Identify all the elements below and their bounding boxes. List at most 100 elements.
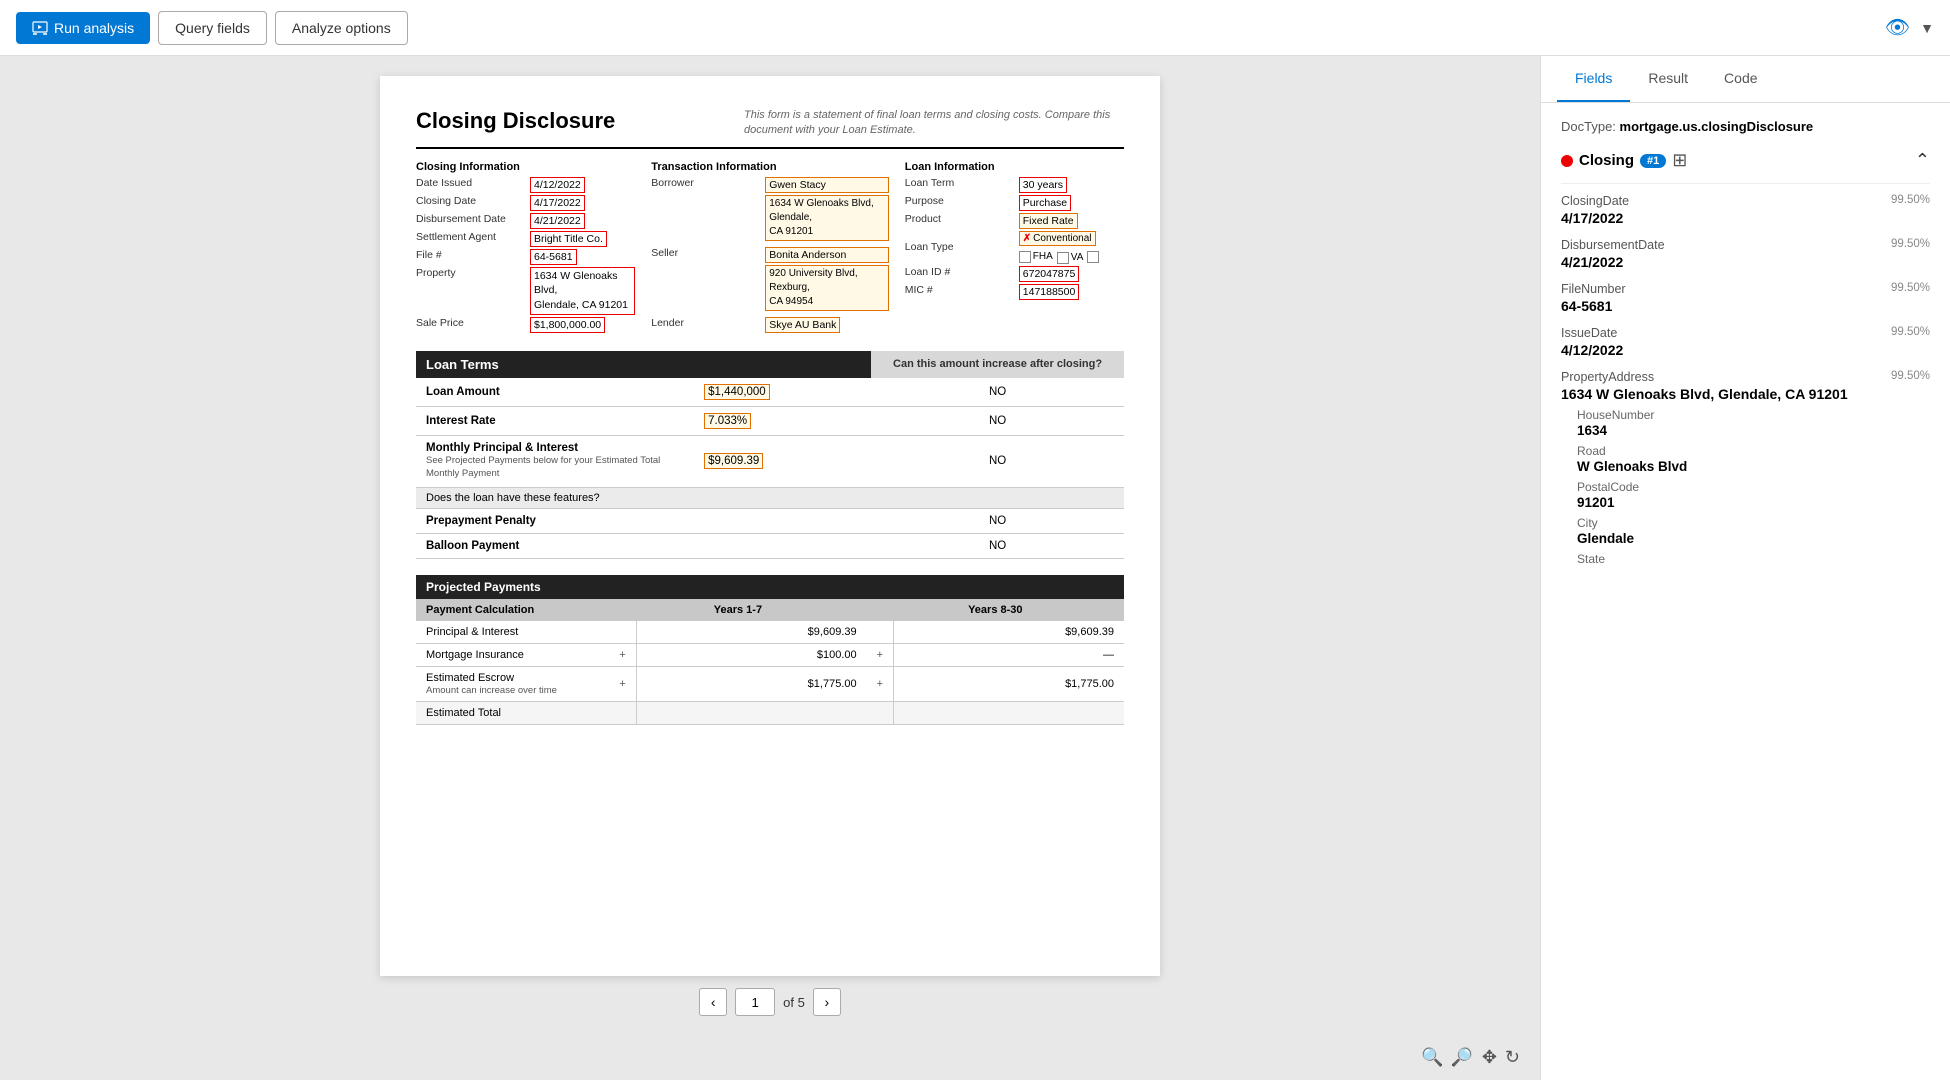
document-page: Closing Disclosure This form is a statem… — [380, 76, 1160, 976]
closing-info-col: Closing Information Date Issued4/12/2022… — [416, 161, 635, 335]
loan-amount-label: Loan Amount — [416, 378, 694, 407]
postal-code-sub-label: PostalCode — [1577, 480, 1930, 494]
loan-amount-value: $1,440,000 — [694, 378, 871, 407]
borrower-info: Gwen Stacy 1634 W Glenoaks Blvd, Glendal… — [765, 177, 889, 241]
analyze-options-button[interactable]: Analyze options — [275, 11, 408, 45]
monthly-pi-yn: NO — [871, 435, 1124, 487]
doctype-value: mortgage.us.closingDisclosure — [1620, 119, 1814, 134]
zoom-in-button[interactable]: 🔍 — [1451, 1047, 1473, 1068]
toolbar: Run analysis Query fields Analyze option… — [0, 0, 1950, 56]
disbursement-date-field: DisbursementDate 99.50% 4/21/2022 — [1561, 238, 1930, 270]
section-title: Closing — [1579, 152, 1634, 169]
disbursement-date-confidence: 99.50% — [1891, 238, 1930, 252]
tab-code[interactable]: Code — [1706, 56, 1775, 102]
issue-date-field-label: IssueDate — [1561, 326, 1617, 340]
doc-header: Closing Disclosure This form is a statem… — [416, 108, 1124, 149]
years1-header: Years 1-7 — [609, 599, 866, 621]
tab-result[interactable]: Result — [1630, 56, 1706, 102]
section-badge: #1 — [1640, 154, 1666, 168]
collapse-icon[interactable]: ⌃ — [1915, 150, 1930, 171]
years2-header: Years 8-30 — [867, 599, 1124, 621]
disbursement-date-value: 4/21/2022 — [530, 213, 585, 229]
monthly-pi-value: $9,609.39 — [694, 435, 871, 487]
loan-term-value: 30 years — [1019, 177, 1067, 193]
chevron-down-icon[interactable]: ▼ — [1920, 20, 1934, 36]
issue-date-field: IssueDate 99.50% 4/12/2022 — [1561, 326, 1930, 358]
payment-calc-header: Payment Calculation — [416, 599, 609, 621]
lender-label: Lender — [651, 317, 761, 333]
principal-years1: $9,609.39 — [636, 621, 866, 644]
projected-payments-header: Projected Payments — [416, 575, 1124, 599]
run-icon — [32, 20, 48, 36]
lender-value: Skye AU Bank — [765, 317, 840, 333]
page-number-input[interactable] — [735, 988, 775, 1016]
loan-amount-yn: NO — [871, 378, 1124, 407]
query-fields-button[interactable]: Query fields — [158, 11, 267, 45]
info-sections: Closing Information Date Issued4/12/2022… — [416, 161, 1124, 335]
seller-label: Seller — [651, 247, 761, 311]
property-value: 1634 W Glenoaks Blvd,Glendale, CA 91201 — [530, 267, 635, 315]
file-number-field-value: 64-5681 — [1561, 298, 1930, 314]
closing-info-header: Closing Information — [416, 161, 635, 173]
mortgage-label: Mortgage Insurance — [416, 643, 609, 666]
principal-years2: $9,609.39 — [894, 621, 1124, 644]
file-number-confidence: 99.50% — [1891, 282, 1930, 296]
date-issued-value: 4/12/2022 — [530, 177, 585, 193]
file-number-field-label: FileNumber — [1561, 282, 1626, 296]
loan-term-label: Loan Term — [905, 177, 1015, 193]
mortgage-years2: — — [894, 643, 1124, 666]
house-number-sub-value: 1634 — [1577, 423, 1930, 438]
mortgage-years1: $100.00 — [636, 643, 866, 666]
mic-value: 147188500 — [1019, 284, 1080, 300]
fha-checkbox: FHA — [1019, 251, 1053, 263]
document-viewer: Closing Disclosure This form is a statem… — [0, 56, 1540, 1080]
va-checkbox: VA — [1057, 252, 1084, 264]
balloon-yn: NO — [871, 533, 1124, 558]
sale-price-label: Sale Price — [416, 317, 526, 333]
estimated-total-years1 — [636, 701, 866, 724]
file-number-field: FileNumber 99.50% 64-5681 — [1561, 282, 1930, 314]
zoom-controls: 🔍 🔍 ✥ ↻ — [1421, 1047, 1520, 1068]
issue-date-confidence: 99.50% — [1891, 326, 1930, 340]
run-analysis-button[interactable]: Run analysis — [16, 12, 150, 44]
tab-fields[interactable]: Fields — [1557, 56, 1630, 102]
prepayment-value — [694, 508, 871, 533]
projected-payments-table: Projected Payments Payment Calculation Y… — [416, 575, 1124, 725]
prepayment-yn: NO — [871, 508, 1124, 533]
principal-label: Principal & Interest — [416, 621, 609, 644]
state-sub-label: State — [1577, 552, 1930, 566]
features-header: Does the loan have these features? — [416, 487, 1124, 508]
panel-tabs: Fields Result Code — [1541, 56, 1950, 103]
seller-info: Bonita Anderson 920 University Blvd, Rex… — [765, 247, 889, 311]
zoom-out-button[interactable]: 🔍 — [1421, 1047, 1443, 1068]
file-value: 64-5681 — [530, 249, 577, 265]
rotate-button[interactable]: ↻ — [1505, 1047, 1520, 1068]
panel-body: DocType: mortgage.us.closingDisclosure C… — [1541, 103, 1950, 1080]
right-panel: Fields Result Code DocType: mortgage.us.… — [1540, 56, 1950, 1080]
property-address-confidence: 99.50% — [1891, 370, 1930, 384]
settlement-agent-label: Settlement Agent — [416, 231, 526, 247]
property-label: Property — [416, 267, 526, 315]
grid-icon[interactable]: ⊞ — [1672, 150, 1687, 171]
loan-id-label: Loan ID # — [905, 266, 1015, 282]
doctype-row: DocType: mortgage.us.closingDisclosure — [1561, 119, 1930, 134]
loan-terms-header: Loan Terms — [416, 351, 871, 378]
balloon-value — [694, 533, 871, 558]
sale-price-value: $1,800,000.00 — [530, 317, 605, 333]
issue-date-field-value: 4/12/2022 — [1561, 342, 1930, 358]
closing-date-field-value: 4/17/2022 — [1561, 210, 1930, 226]
eye-icon[interactable]: 👁 — [1885, 15, 1910, 40]
fit-page-button[interactable]: ✥ — [1482, 1047, 1497, 1068]
loan-info-col: Loan Information Loan Term30 years Purpo… — [889, 161, 1124, 335]
next-page-button[interactable]: › — [813, 988, 841, 1016]
purpose-value: Purchase — [1019, 195, 1071, 211]
escrow-years1: $1,775.00 — [636, 666, 866, 701]
road-sub-label: Road — [1577, 444, 1930, 458]
property-address-field: PropertyAddress 99.50% 1634 W Glenoaks B… — [1561, 370, 1930, 566]
main-content: Closing Disclosure This form is a statem… — [0, 56, 1950, 1080]
prev-page-button[interactable]: ‹ — [699, 988, 727, 1016]
closing-date-value: 4/17/2022 — [530, 195, 585, 211]
estimated-total-years2 — [894, 701, 1124, 724]
interest-rate-value: 7.033% — [694, 406, 871, 435]
road-sub-value: W Glenoaks Blvd — [1577, 459, 1930, 474]
